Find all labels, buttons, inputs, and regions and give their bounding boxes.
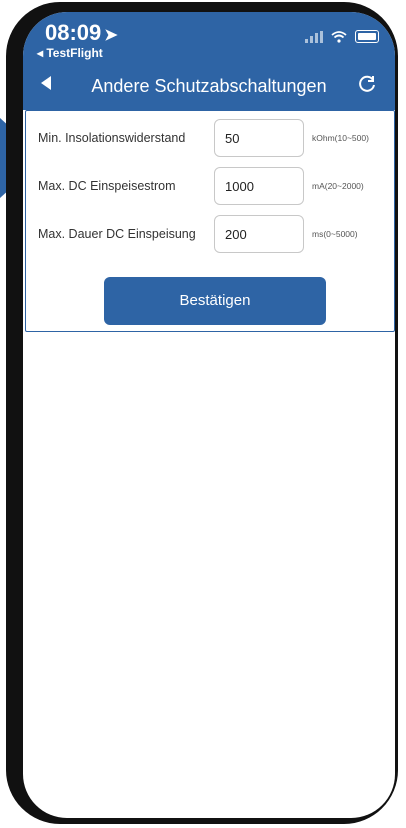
row-label: Max. DC Einspeisestrom: [38, 179, 176, 193]
phone-frame: 08:09 ➤ ◂ TestFlight Andere Schutzabschal…: [6, 2, 398, 824]
battery-icon: [355, 30, 379, 43]
status-time-text: 08:09: [45, 20, 102, 45]
row-unit: ms(0~5000): [312, 229, 358, 239]
row-max-dc-duration: Max. Dauer DC Einspeisung 200 ms(0~5000): [26, 215, 394, 255]
navigation-bar: Andere Schutzabschaltungen: [23, 70, 395, 106]
max-dc-current-input[interactable]: 1000: [214, 167, 304, 205]
max-dc-duration-input[interactable]: 200: [214, 215, 304, 253]
back-to-testflight[interactable]: ◂ TestFlight: [37, 46, 103, 60]
wifi-icon: [331, 30, 347, 43]
page-title: Andere Schutzabschaltungen: [91, 76, 327, 96]
refresh-icon[interactable]: [357, 74, 377, 94]
min-insulation-input[interactable]: 50: [214, 119, 304, 157]
top-bar: 08:09 ➤ ◂ TestFlight Andere Schutzabschal…: [23, 12, 395, 110]
row-label: Min. Insolationswiderstand: [38, 131, 186, 145]
row-min-insulation: Min. Insolationswiderstand 50 kOhm(10~50…: [26, 119, 394, 159]
location-arrow-icon: ➤: [104, 27, 118, 44]
screen: 08:09 ➤ ◂ TestFlight Andere Schutzabschal…: [23, 12, 395, 818]
row-max-dc-current: Max. DC Einspeisestrom 1000 mA(20~2000): [26, 167, 394, 207]
signal-icon: [305, 30, 323, 43]
settings-card: Min. Insolationswiderstand 50 kOhm(10~50…: [25, 110, 395, 332]
row-unit: mA(20~2000): [312, 181, 364, 191]
row-unit: kOhm(10~500): [312, 133, 369, 143]
status-icons: [305, 30, 379, 43]
row-label: Max. Dauer DC Einspeisung: [38, 227, 196, 241]
confirm-button[interactable]: Bestätigen: [104, 277, 326, 325]
status-time: 08:09 ➤: [45, 20, 118, 46]
